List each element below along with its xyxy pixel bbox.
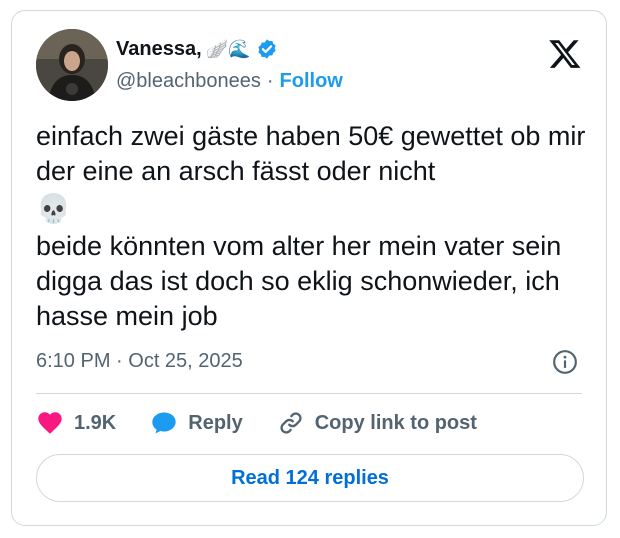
action-bar: 1.9K Reply Copy link to post xyxy=(36,409,511,437)
x-logo-icon[interactable] xyxy=(548,37,582,71)
heart-icon xyxy=(38,412,62,434)
reply-button[interactable]: Reply xyxy=(150,409,243,437)
author-display-name[interactable]: Vanessa, xyxy=(116,37,202,61)
avatar[interactable] xyxy=(36,29,108,101)
link-icon xyxy=(280,412,302,434)
follow-button[interactable]: Follow xyxy=(280,69,343,93)
like-button[interactable]: 1.9K xyxy=(36,409,116,437)
tweet-text-line-1: einfach zwei gäste haben 50€ gewettet ob… xyxy=(36,121,586,186)
verified-badge-icon xyxy=(258,39,277,59)
reply-label: Reply xyxy=(188,412,243,434)
tweet-timestamp[interactable]: 6:10 PM · Oct 25, 2025 xyxy=(36,349,243,373)
tweet-card: Vanessa, 🪽🌊 @bleachbonees · Follow einfa… xyxy=(11,10,607,526)
divider xyxy=(36,393,582,394)
separator-dot: · xyxy=(266,70,274,92)
copy-link-label: Copy link to post xyxy=(314,412,477,434)
info-icon[interactable] xyxy=(552,349,578,375)
author-name-row[interactable]: Vanessa, 🪽🌊 xyxy=(116,37,278,61)
tweet-text: einfach zwei gäste haben 50€ gewettet ob… xyxy=(36,119,596,334)
handle-row: @bleachbonees · Follow xyxy=(116,69,343,93)
copy-link-button[interactable]: Copy link to post xyxy=(277,409,477,437)
author-handle[interactable]: @bleachbonees xyxy=(116,69,261,93)
reply-bubble-icon xyxy=(152,412,176,434)
tweet-text-line-2: beide könnten vom alter her mein vater s… xyxy=(36,231,562,331)
name-decoration-emoji: 🪽🌊 xyxy=(205,39,251,59)
like-count: 1.9K xyxy=(74,412,117,434)
skull-emoji: 💀 xyxy=(36,193,71,224)
read-replies-button[interactable]: Read 124 replies xyxy=(36,454,584,502)
